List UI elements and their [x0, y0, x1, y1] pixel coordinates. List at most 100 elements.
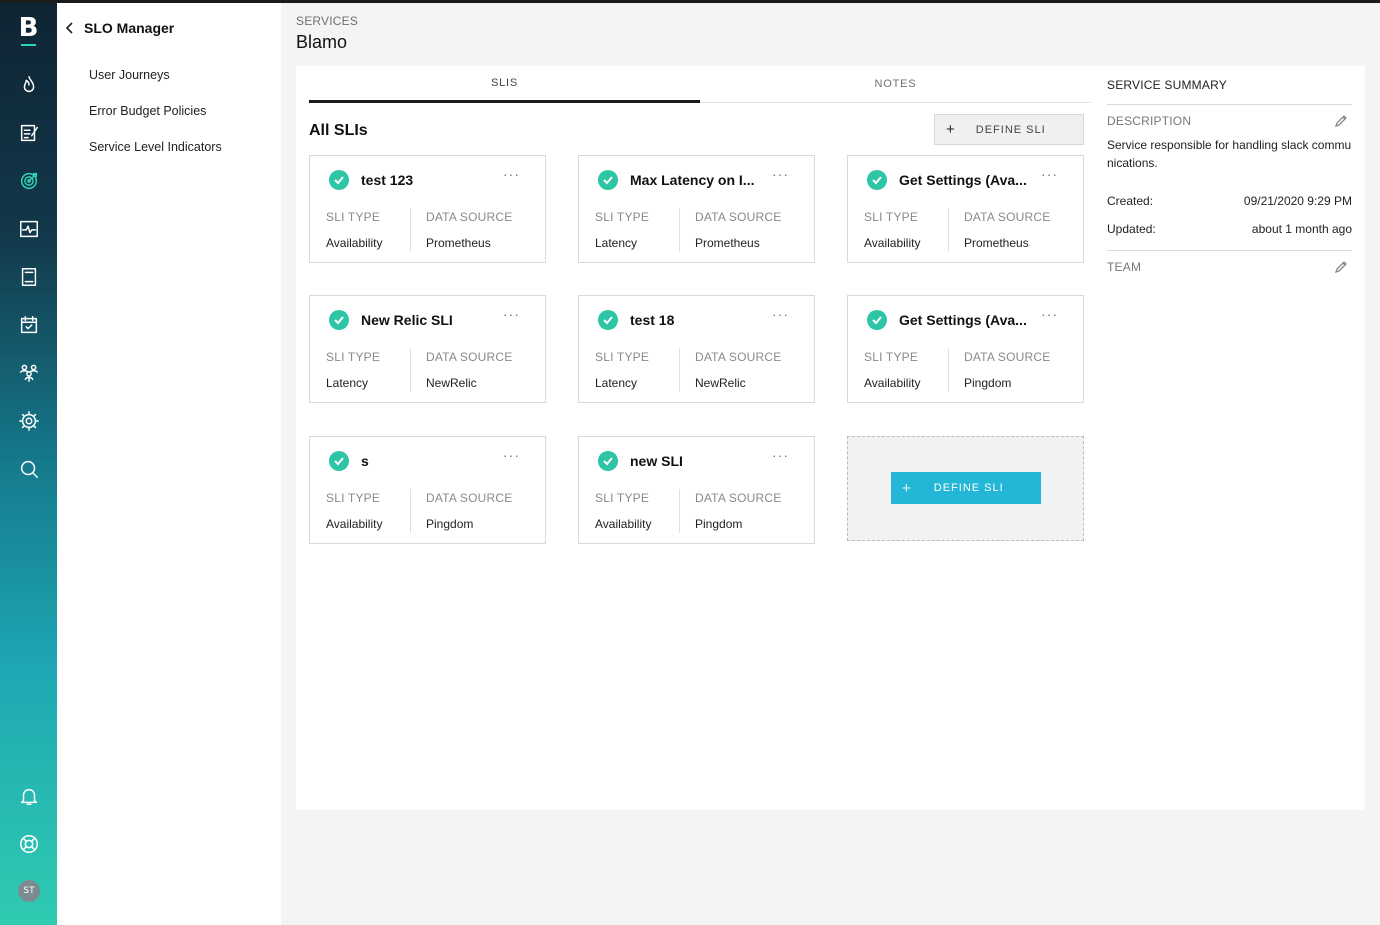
pencil-icon[interactable] [1334, 260, 1348, 274]
sli-type-label: SLI TYPE [595, 210, 650, 224]
team-icon[interactable] [16, 360, 42, 386]
card-divider [679, 489, 680, 533]
summary-title: SERVICE SUMMARY [1107, 78, 1227, 92]
data-source-label: DATA SOURCE [695, 350, 782, 364]
tab-slis[interactable]: SLIS [309, 66, 700, 103]
card-divider [679, 208, 680, 252]
sli-type-value: Availability [326, 236, 383, 250]
pencil-icon[interactable] [1334, 114, 1348, 128]
define-sli-label: DEFINE SLI [975, 123, 1046, 136]
logo-underline [21, 44, 36, 46]
data-source-label: DATA SOURCE [964, 210, 1051, 224]
check-circle-icon [867, 310, 887, 330]
page-title: Blamo [296, 32, 348, 52]
flame-icon[interactable] [16, 72, 42, 98]
sli-type-value: Availability [864, 236, 921, 250]
team-label: TEAM [1107, 260, 1142, 274]
subnav-item-service-level-indicators[interactable]: Service Level Indicators [89, 140, 222, 154]
sli-type-label: SLI TYPE [595, 491, 650, 505]
search-icon[interactable] [16, 456, 42, 482]
card-divider [410, 489, 411, 533]
secondary-nav: SLO Manager User Journeys Error Budget P… [57, 3, 281, 925]
calendar-check-icon[interactable] [16, 312, 42, 338]
pulse-monitor-icon[interactable] [16, 216, 42, 242]
more-options-icon[interactable]: ··· [503, 166, 520, 182]
data-source-value: Pingdom [426, 517, 474, 531]
define-sli-button[interactable]: + DEFINE SLI [934, 114, 1084, 145]
data-source-value: Pingdom [695, 517, 743, 531]
sli-type-label: SLI TYPE [595, 350, 650, 364]
brand-logo[interactable]: B [0, 13, 57, 43]
icon-rail: B ST [0, 3, 57, 925]
sli-card[interactable]: new SLI ··· SLI TYPE DATA SOURCE Availab… [578, 436, 815, 544]
sli-name: new SLI [630, 453, 683, 469]
updated-label: Updated: [1107, 222, 1156, 236]
sli-type-label: SLI TYPE [326, 350, 381, 364]
more-options-icon[interactable]: ··· [503, 447, 520, 463]
more-options-icon[interactable]: ··· [772, 306, 789, 322]
add-sli-card: + DEFINE SLI [847, 436, 1084, 541]
sli-type-label: SLI TYPE [864, 350, 919, 364]
card-divider [410, 348, 411, 392]
notebook-icon[interactable] [16, 264, 42, 290]
breadcrumb[interactable]: SERVICES [296, 14, 358, 28]
summary-divider [1107, 104, 1352, 105]
more-options-icon[interactable]: ··· [1041, 166, 1058, 182]
data-source-label: DATA SOURCE [964, 350, 1051, 364]
gear-icon[interactable] [16, 408, 42, 434]
check-circle-icon [598, 451, 618, 471]
sli-card[interactable]: New Relic SLI ··· SLI TYPE DATA SOURCE L… [309, 295, 546, 403]
user-avatar[interactable]: ST [18, 880, 40, 902]
sli-name: New Relic SLI [361, 312, 453, 328]
sli-card[interactable]: Get Settings (Ava... ··· SLI TYPE DATA S… [847, 295, 1084, 403]
plus-icon: + [902, 479, 912, 497]
sli-type-value: Availability [326, 517, 383, 531]
sli-card[interactable]: Get Settings (Ava... ··· SLI TYPE DATA S… [847, 155, 1084, 263]
sli-card[interactable]: test 123 ··· SLI TYPE DATA SOURCE Availa… [309, 155, 546, 263]
more-options-icon[interactable]: ··· [772, 166, 789, 182]
edit-document-icon[interactable] [16, 120, 42, 146]
created-label: Created: [1107, 194, 1154, 208]
sli-name: s [361, 453, 369, 469]
target-icon[interactable] [16, 168, 42, 194]
sli-card[interactable]: test 18 ··· SLI TYPE DATA SOURCE Latency… [578, 295, 815, 403]
check-circle-icon [329, 451, 349, 471]
back-to-slo-manager[interactable]: SLO Manager [65, 20, 174, 36]
more-options-icon[interactable]: ··· [772, 447, 789, 463]
define-sli-card-label: DEFINE SLI [933, 482, 1004, 494]
sli-card[interactable]: Max Latency on I... ··· SLI TYPE DATA SO… [578, 155, 815, 263]
chevron-left-icon [65, 22, 73, 34]
plus-icon: + [946, 121, 956, 138]
check-circle-icon [598, 170, 618, 190]
sli-type-label: SLI TYPE [326, 491, 381, 505]
updated-value: about 1 month ago [1251, 222, 1352, 236]
sli-name: test 18 [630, 312, 675, 328]
sli-name: Get Settings (Ava... [899, 172, 1027, 188]
data-source-label: DATA SOURCE [426, 350, 513, 364]
check-circle-icon [329, 170, 349, 190]
sli-name: Max Latency on I... [630, 172, 755, 188]
more-options-icon[interactable]: ··· [503, 306, 520, 322]
main-panel: SLIS NOTES All SLIs + DEFINE SLI test 12… [296, 66, 1365, 810]
subnav-item-user-journeys[interactable]: User Journeys [89, 68, 170, 82]
card-divider [948, 348, 949, 392]
define-sli-card-button[interactable]: + DEFINE SLI [891, 472, 1041, 504]
tab-notes[interactable]: NOTES [700, 66, 1091, 103]
card-divider [948, 208, 949, 252]
lifebuoy-icon[interactable] [16, 831, 42, 857]
subnav-item-error-budget-policies[interactable]: Error Budget Policies [89, 104, 206, 118]
card-divider [410, 208, 411, 252]
service-description: Service responsible for handling slack c… [1107, 138, 1352, 170]
sli-type-label: SLI TYPE [326, 210, 381, 224]
sli-type-label: SLI TYPE [864, 210, 919, 224]
sli-name: Get Settings (Ava... [899, 312, 1027, 328]
data-source-value: Prometheus [426, 236, 491, 250]
sli-name: test 123 [361, 172, 414, 188]
sli-type-value: Latency [326, 376, 369, 390]
data-source-value: NewRelic [695, 376, 746, 390]
bell-icon[interactable] [16, 783, 42, 809]
more-options-icon[interactable]: ··· [1041, 306, 1058, 322]
data-source-label: DATA SOURCE [695, 491, 782, 505]
summary-divider [1107, 250, 1352, 251]
sli-card[interactable]: s ··· SLI TYPE DATA SOURCE Availability … [309, 436, 546, 544]
